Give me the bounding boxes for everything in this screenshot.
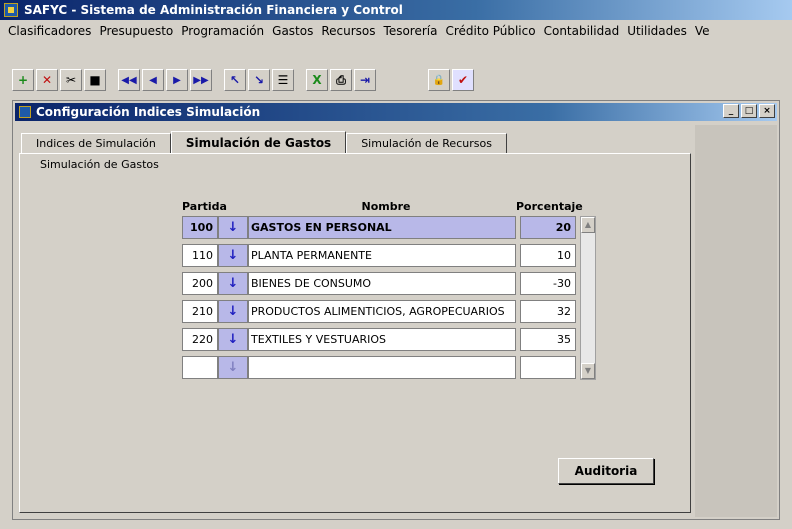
menu-presupuesto[interactable]: Presupuesto	[99, 24, 173, 38]
scroll-up-icon[interactable]: ▲	[581, 217, 595, 233]
menu-recursos[interactable]: Recursos	[321, 24, 375, 38]
down-arrow-icon: ↓	[227, 276, 239, 291]
nombre-field[interactable]: GASTOS EN PERSONAL	[248, 216, 516, 239]
menu-bar: Clasificadores Presupuesto Programación …	[0, 20, 792, 41]
print-icon[interactable]: ⎙	[330, 69, 352, 91]
lov-button[interactable]: ↓	[218, 216, 248, 239]
lov-button[interactable]: ↓	[218, 356, 248, 379]
tab-panel: Simulación de Gastos Partida Nombre Porc…	[19, 153, 691, 513]
porcentaje-field[interactable]: -30	[520, 272, 576, 295]
tab-simulacion-recursos[interactable]: Simulación de Recursos	[346, 133, 507, 153]
header-porcentaje: Porcentaje	[516, 200, 583, 213]
porcentaje-field[interactable]: 10	[520, 244, 576, 267]
partida-field[interactable]: 210	[182, 300, 218, 323]
config-window: Configuración Indices Simulación _ □ × I…	[12, 100, 780, 520]
nombre-field[interactable]	[248, 356, 516, 379]
panel-label: Simulación de Gastos	[40, 158, 159, 171]
down-arrow-icon: ↓	[227, 220, 239, 235]
partida-field[interactable]: 200	[182, 272, 218, 295]
nombre-field[interactable]: BIENES DE CONSUMO	[248, 272, 516, 295]
header-nombre: Nombre	[361, 200, 411, 213]
check-icon[interactable]: ✔	[452, 69, 474, 91]
down-arrow-icon: ↓	[227, 332, 239, 347]
partida-field[interactable]	[182, 356, 218, 379]
app-title-bar: SAFYC - Sistema de Administración Financ…	[0, 0, 792, 20]
app-icon	[4, 3, 18, 17]
query-icon[interactable]: ↖	[224, 69, 246, 91]
down-arrow-icon: ↓	[227, 304, 239, 319]
close-button[interactable]: ×	[759, 104, 775, 118]
menu-gastos[interactable]: Gastos	[272, 24, 313, 38]
menu-tesoreria[interactable]: Tesorería	[384, 24, 438, 38]
porcentaje-field[interactable]	[520, 356, 576, 379]
nombre-field[interactable]: PRODUCTOS ALIMENTICIOS, AGROPECUARIOS	[248, 300, 516, 323]
maximize-button[interactable]: □	[741, 104, 757, 118]
excel-icon[interactable]: X	[306, 69, 328, 91]
partida-field[interactable]: 110	[182, 244, 218, 267]
menu-clasificadores[interactable]: Clasificadores	[8, 24, 91, 38]
porcentaje-field[interactable]: 32	[520, 300, 576, 323]
nombre-field[interactable]: TEXTILES Y VESTUARIOS	[248, 328, 516, 351]
header-partida: Partida	[182, 200, 227, 213]
window-icon	[19, 106, 31, 118]
menu-utilidades[interactable]: Utilidades	[627, 24, 687, 38]
last-record-icon[interactable]: ▶▶	[190, 69, 212, 91]
exit-icon[interactable]: ⇥	[354, 69, 376, 91]
cut-icon[interactable]: ✂	[60, 69, 82, 91]
next-record-icon[interactable]: ▶	[166, 69, 188, 91]
config-window-title-bar: Configuración Indices Simulación _ □ ×	[15, 103, 777, 121]
down-arrow-icon: ↓	[227, 248, 239, 263]
lov-button[interactable]: ↓	[218, 300, 248, 323]
porcentaje-field[interactable]: 20	[520, 216, 576, 239]
execute-query-icon[interactable]: ↘	[248, 69, 270, 91]
add-record-icon[interactable]: +	[12, 69, 34, 91]
app-title: SAFYC - Sistema de Administración Financ…	[24, 3, 403, 17]
tab-indices-simulacion[interactable]: Indices de Simulación	[21, 133, 171, 153]
tab-strip: Indices de Simulación Simulación de Gast…	[21, 131, 507, 153]
tab-simulacion-gastos[interactable]: Simulación de Gastos	[170, 131, 347, 153]
down-arrow-icon: ↓	[227, 360, 239, 375]
menu-ver[interactable]: Ve	[695, 24, 710, 38]
scroll-down-icon[interactable]: ▼	[581, 363, 595, 379]
first-record-icon[interactable]: ◀◀	[118, 69, 140, 91]
menu-programacion[interactable]: Programación	[181, 24, 264, 38]
previous-record-icon[interactable]: ◀	[142, 69, 164, 91]
partida-field[interactable]: 100	[182, 216, 218, 239]
partida-field[interactable]: 220	[182, 328, 218, 351]
auditoria-button[interactable]: Auditoria	[558, 458, 654, 484]
minimize-button[interactable]: _	[723, 104, 739, 118]
lov-button[interactable]: ↓	[218, 272, 248, 295]
lov-button[interactable]: ↓	[218, 328, 248, 351]
delete-record-icon[interactable]: ✕	[36, 69, 58, 91]
porcentaje-field[interactable]: 35	[520, 328, 576, 351]
mdi-background	[695, 125, 777, 517]
list-icon[interactable]: ☰	[272, 69, 294, 91]
window-title: Configuración Indices Simulación	[36, 105, 261, 119]
toolbar: + ✕ ✂ ■ ◀◀ ◀ ▶ ▶▶ ↖ ↘ ☰ X ⎙ ⇥ 🔒 ✔	[12, 64, 476, 96]
save-icon[interactable]: ■	[84, 69, 106, 91]
lov-button[interactable]: ↓	[218, 244, 248, 267]
menu-contabilidad[interactable]: Contabilidad	[544, 24, 620, 38]
menu-credito-publico[interactable]: Crédito Público	[445, 24, 535, 38]
grid-scrollbar[interactable]: ▲ ▼	[580, 216, 596, 380]
lock-icon[interactable]: 🔒	[428, 69, 450, 91]
nombre-field[interactable]: PLANTA PERMANENTE	[248, 244, 516, 267]
